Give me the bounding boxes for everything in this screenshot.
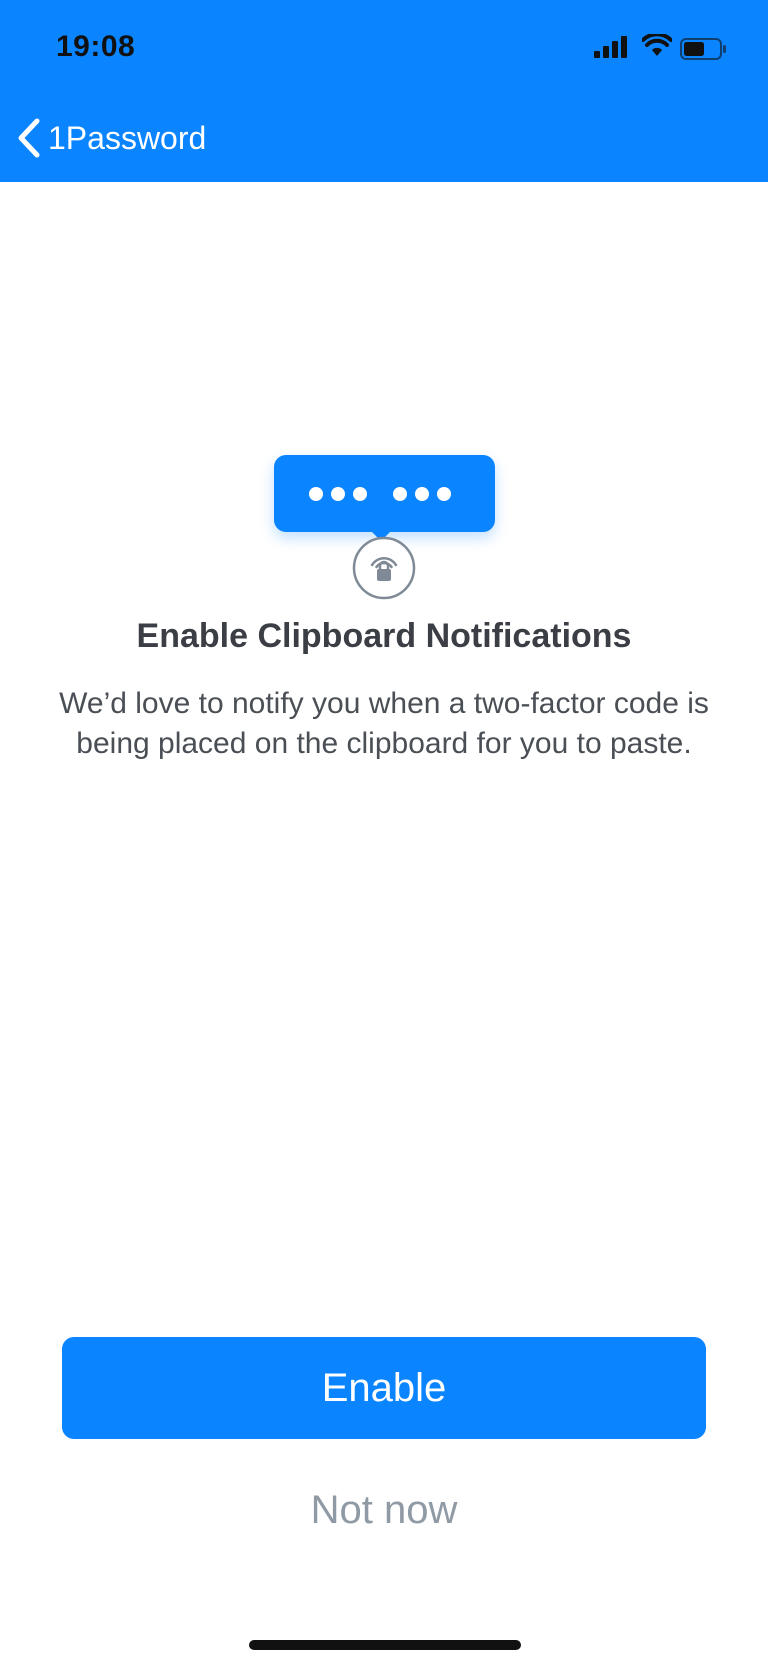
wifi-icon (642, 34, 672, 56)
lock-broadcast-icon (352, 536, 416, 600)
page-description: We’d love to notify you when a two-facto… (59, 687, 709, 760)
status-time: 19:08 (56, 30, 136, 63)
enable-button[interactable]: Enable (62, 1337, 706, 1439)
not-now-button[interactable]: Not now (234, 1480, 534, 1540)
header-bar: 19:08 1Password (0, 0, 768, 182)
password-bubble (274, 455, 495, 532)
status-icons (594, 32, 734, 64)
chevron-left-icon (18, 118, 40, 158)
battery-icon (680, 38, 726, 60)
cellular-signal-icon (594, 36, 627, 58)
home-indicator[interactable] (249, 1640, 521, 1650)
page-title: Enable Clipboard Notifications (136, 617, 632, 655)
navigation-bar: 1Password (0, 96, 768, 182)
back-button-label: 1Password (48, 120, 207, 156)
password-dots-icon (309, 487, 451, 501)
back-button[interactable]: 1Password (16, 114, 206, 162)
status-bar: 19:08 (0, 0, 768, 96)
